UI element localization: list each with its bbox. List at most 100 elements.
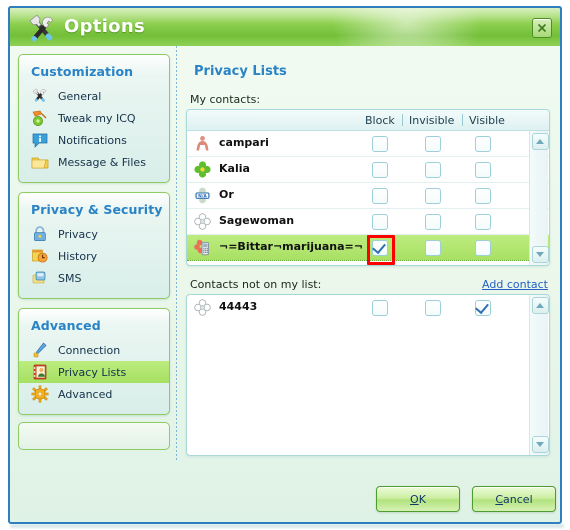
table-row[interactable]: Sagewoman: [187, 209, 549, 235]
scroll-up-button[interactable]: [532, 297, 549, 314]
checkbox-block[interactable]: [372, 188, 388, 204]
page-title: Privacy Lists: [194, 64, 287, 79]
chevron-down-icon: [536, 252, 544, 257]
my-contacts-header: Block Invisible Visible: [187, 110, 549, 131]
scroll-up-button[interactable]: [532, 133, 549, 150]
contact-name: Kalia: [219, 162, 250, 175]
sidebar-item-advanced[interactable]: Advanced: [19, 383, 169, 405]
sidebar-item-notifications[interactable]: Notifications: [19, 129, 169, 151]
folder-icon: [31, 153, 51, 171]
sidebar-item-label: History: [58, 249, 98, 263]
contact-name: ¬=Bittar¬marijuana=¬: [219, 240, 363, 253]
checkbox-invisible[interactable]: [425, 136, 441, 152]
gear-icon: [31, 385, 51, 403]
contact-name: Sagewoman: [219, 214, 295, 227]
my-contacts-label: My contacts:: [190, 93, 261, 106]
contact-icon: [31, 363, 51, 381]
checkbox-visible[interactable]: [475, 300, 491, 316]
checkbox-invisible[interactable]: [425, 240, 441, 256]
checkbox-invisible[interactable]: [425, 300, 441, 316]
sidebar-item-message-and-files[interactable]: Message & Files: [19, 151, 169, 173]
sidebar-bottom-panel: [18, 422, 170, 450]
window-body: Customization General Tweak my ICQ Notif…: [10, 46, 560, 476]
checkbox-visible[interactable]: [475, 162, 491, 178]
sidebar-item-label: Notifications: [58, 133, 127, 147]
chevron-up-icon: [536, 139, 544, 144]
column-header-visible: Visible: [469, 114, 505, 127]
scroll-down-button[interactable]: [532, 246, 549, 263]
checkbox-invisible[interactable]: [425, 188, 441, 204]
checkbox-block[interactable]: [372, 162, 388, 178]
checkbox-block[interactable]: [372, 300, 388, 316]
sidebar-item-connection[interactable]: Connection: [19, 339, 169, 361]
my-contacts-rows: campari Kalia N/A Or Sagewoman ¬=Bittar¬…: [187, 131, 549, 265]
info-bubble-icon: [31, 131, 51, 149]
add-contact-link[interactable]: Add contact: [482, 278, 548, 291]
content-pane: Privacy Lists My contacts: Block Invisib…: [186, 54, 550, 456]
checkbox-visible[interactable]: [475, 188, 491, 204]
checkbox-block[interactable]: [372, 214, 388, 230]
na-badge-icon: N/A: [194, 187, 211, 204]
close-button[interactable]: [532, 18, 552, 38]
sidebar-group-title: Privacy & Security: [31, 202, 163, 217]
header-separator: [462, 114, 463, 126]
sidebar-item-privacy-lists[interactable]: Privacy Lists: [19, 361, 169, 383]
not-on-list-label: Contacts not on my list:: [190, 278, 322, 291]
not-on-list-rows: 44443: [187, 295, 549, 320]
contacts-not-on-list: 44443: [186, 294, 550, 456]
sidebar-item-privacy[interactable]: Privacy: [19, 223, 169, 245]
options-window: Options Customization General Tweak my I…: [0, 0, 570, 530]
sidebar-item-sms[interactable]: SMS: [19, 267, 169, 289]
sidebar-item-label: Connection: [58, 343, 121, 357]
sidebar-group-title: Customization: [31, 64, 134, 79]
column-header-invisible: Invisible: [409, 114, 455, 127]
cancel-label-rest: ancel: [503, 492, 533, 506]
checkbox-visible[interactable]: [475, 214, 491, 230]
checkbox-visible[interactable]: [475, 136, 491, 152]
table-row[interactable]: Kalia: [187, 157, 549, 183]
flower-green-icon: [194, 161, 211, 178]
sidebar-group-title: Advanced: [31, 318, 101, 333]
table-row[interactable]: campari: [187, 131, 549, 157]
sidebar-item-label: Message & Files: [58, 155, 146, 169]
flower-grey-icon: [194, 213, 211, 230]
my-contacts-scrollbar[interactable]: [529, 131, 549, 265]
contact-name: Or: [219, 188, 234, 201]
checkbox-block[interactable]: [372, 240, 388, 256]
close-icon: [537, 23, 547, 33]
tools-icon: [31, 87, 51, 105]
flower-grey-icon: [194, 299, 211, 316]
my-contacts-list: Block Invisible Visible campari Kalia N/…: [186, 109, 550, 266]
sidebar-group-customization: Customization General Tweak my ICQ Notif…: [18, 54, 170, 183]
cancel-button[interactable]: Cancel: [472, 486, 556, 512]
plug-icon: [31, 341, 51, 359]
chevron-down-icon: [536, 442, 544, 447]
checkbox-visible[interactable]: [475, 240, 491, 256]
checkbox-block[interactable]: [372, 136, 388, 152]
sidebar-item-label: Privacy Lists: [58, 365, 127, 379]
mobile-flower-icon: [194, 239, 209, 256]
ok-button[interactable]: OK: [376, 486, 460, 512]
table-row[interactable]: 44443: [187, 295, 549, 320]
column-header-block: Block: [365, 114, 395, 127]
table-row-selected[interactable]: ¬=Bittar¬marijuana=¬: [187, 235, 549, 265]
sidebar-item-label: Privacy: [58, 227, 98, 241]
sidebar-item-label: SMS: [58, 271, 82, 285]
sidebar-item-tweak-my-icq[interactable]: Tweak my ICQ: [19, 107, 169, 129]
header-separator: [402, 114, 403, 126]
contact-name: 44443: [219, 300, 258, 313]
sidebar-group-privacy-and-security: Privacy & Security Privacy History SMS: [18, 192, 170, 299]
sidebar-item-history[interactable]: History: [19, 245, 169, 267]
tools-icon: [29, 14, 54, 42]
title-glow: [332, 8, 482, 46]
checkbox-invisible[interactable]: [425, 214, 441, 230]
sidebar-item-label: Advanced: [58, 387, 113, 401]
sidebar: Customization General Tweak my ICQ Notif…: [18, 54, 170, 450]
scroll-down-button[interactable]: [532, 436, 549, 453]
window-shadow: [10, 524, 564, 528]
sidebar-group-advanced: Advanced Connection Privacy Lists Advanc…: [18, 308, 170, 415]
checkbox-invisible[interactable]: [425, 162, 441, 178]
sidebar-item-general[interactable]: General: [19, 85, 169, 107]
table-row[interactable]: N/A Or: [187, 183, 549, 209]
not-on-list-scrollbar[interactable]: [529, 295, 549, 455]
